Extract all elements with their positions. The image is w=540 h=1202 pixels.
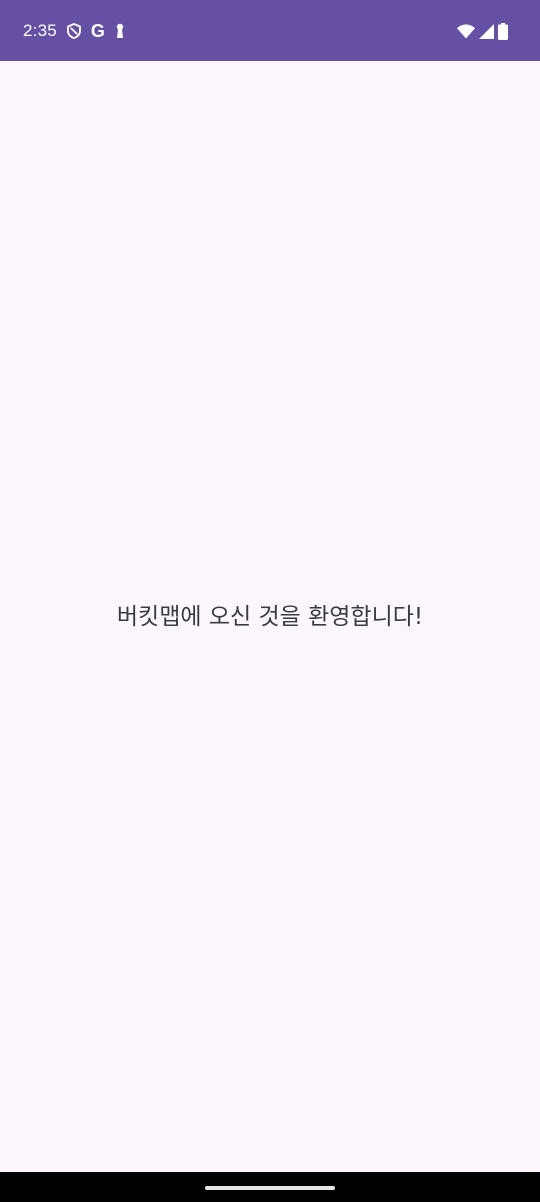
status-bar-right: [457, 20, 508, 42]
shield-icon: [66, 20, 81, 42]
home-gesture-handle[interactable]: [205, 1186, 335, 1190]
main-content: 버킷맵에 오신 것을 환영합니다!: [0, 61, 540, 1172]
status-bar: 2:35 G: [0, 0, 540, 61]
status-bar-left: 2:35 G: [23, 20, 125, 42]
navigation-bar: [0, 1172, 540, 1202]
status-clock: 2:35: [23, 21, 57, 40]
cellular-signal-icon: [479, 20, 494, 42]
welcome-message: 버킷맵에 오신 것을 환영합니다!: [116, 604, 424, 630]
keyhole-icon: [115, 20, 125, 42]
wifi-icon: [457, 20, 475, 42]
google-icon: G: [90, 21, 105, 41]
battery-icon: [498, 20, 508, 42]
